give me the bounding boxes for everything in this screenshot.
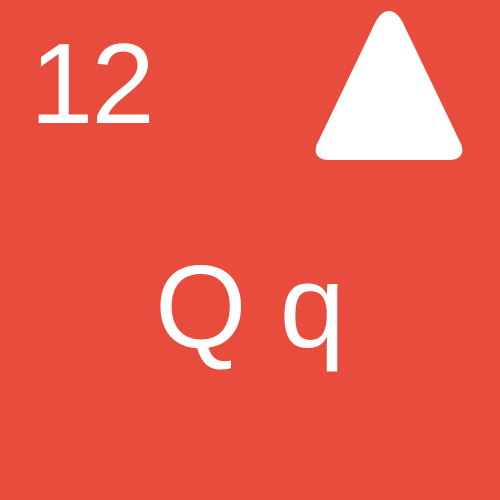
letter-pair: Q q [154, 241, 346, 373]
triangle-up-icon [315, 11, 463, 160]
card-number: 12 [30, 21, 155, 148]
letter-card: 12 Q q [0, 0, 500, 500]
